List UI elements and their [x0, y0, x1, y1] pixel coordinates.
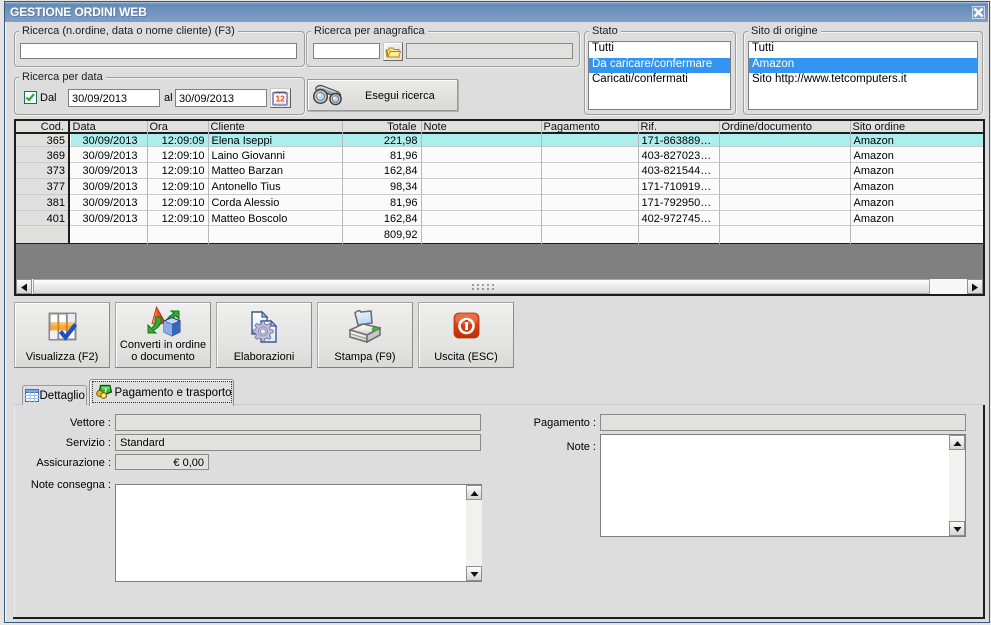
- svg-text:12: 12: [275, 94, 285, 104]
